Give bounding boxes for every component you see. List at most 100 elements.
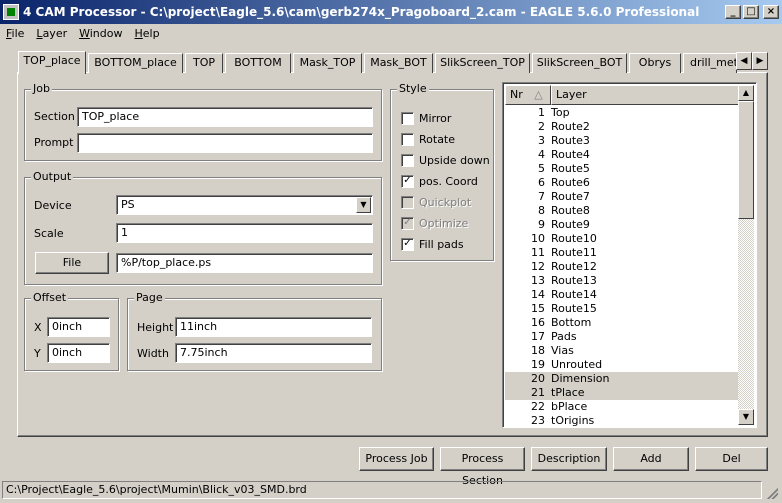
table-row[interactable]: 20 Dimension <box>505 372 740 386</box>
layer-nr: 9 <box>538 218 545 231</box>
device-label: Device <box>34 199 72 212</box>
table-row[interactable]: 18 Vias <box>505 344 740 358</box>
resize-grip-icon[interactable] <box>764 485 778 499</box>
table-row[interactable]: 4 Route4 <box>505 148 740 162</box>
file-button[interactable]: File <box>35 252 109 274</box>
offset-y-label: Y <box>34 347 41 360</box>
close-button[interactable]: × <box>763 5 779 19</box>
style-group-title: Style <box>397 82 429 95</box>
minimize-button[interactable]: _ <box>725 5 741 19</box>
app-icon <box>3 4 19 20</box>
device-select[interactable]: PS ▼ <box>116 195 373 215</box>
table-row[interactable]: 17 Pads <box>505 330 740 344</box>
table-row[interactable]: 2 Route2 <box>505 120 740 134</box>
process-job-button[interactable]: Process Job <box>359 447 434 471</box>
checkbox-mirror[interactable]: Mirror <box>401 110 451 126</box>
process-section-button[interactable]: Process Section <box>440 447 525 487</box>
tab-drill-metal[interactable]: drill_metal <box>683 53 737 73</box>
checkbox-label: Mirror <box>419 111 452 125</box>
checkbox-box[interactable] <box>401 132 414 146</box>
table-row[interactable]: 1 Top <box>505 106 740 120</box>
output-group-title: Output <box>31 170 74 183</box>
column-header-layer[interactable]: Layer <box>551 85 740 105</box>
layer-name: Route3 <box>551 134 590 147</box>
table-row[interactable]: 22 bPlace <box>505 400 740 414</box>
layer-name: tOrigins <box>551 414 595 427</box>
layer-nr: 8 <box>538 204 545 217</box>
table-row[interactable]: 10 Route10 <box>505 232 740 246</box>
section-input[interactable]: TOP_place <box>77 107 373 127</box>
table-row[interactable]: 21 tPlace <box>505 386 740 400</box>
tab-scroll-left-icon[interactable]: ◀ <box>736 52 752 70</box>
tab-obrys[interactable]: Obrys <box>629 53 681 73</box>
description-button[interactable]: Description <box>531 447 607 471</box>
menu-window[interactable]: Window <box>73 27 128 40</box>
tab-top[interactable]: TOP <box>185 53 223 73</box>
checkbox-rotate[interactable]: Rotate <box>401 131 455 147</box>
table-row[interactable]: 15 Route15 <box>505 302 740 316</box>
layer-rows: 1 Top 2 Route2 3 Route3 4 Route4 5 Route5 6 Route6 7… <box>505 106 740 427</box>
table-row[interactable]: 19 Unrouted <box>505 358 740 372</box>
table-row[interactable]: 3 Route3 <box>505 134 740 148</box>
checkbox-box[interactable] <box>401 111 414 125</box>
table-row[interactable]: 12 Route12 <box>505 260 740 274</box>
checkmark-icon[interactable]: ✓ <box>401 174 414 188</box>
page-width-input[interactable]: 7.75inch <box>175 343 372 363</box>
add-button[interactable]: Add <box>613 447 689 471</box>
table-row[interactable]: 16 Bottom <box>505 316 740 330</box>
layer-list[interactable]: Nr △ Layer 1 Top 2 Route2 3 Route3 4 Route4 5 Rou… <box>502 82 757 428</box>
layer-name: Route4 <box>551 148 590 161</box>
tab-scroll-right-icon[interactable]: ▶ <box>752 52 768 70</box>
layer-name: bPlace <box>551 400 588 413</box>
layer-nr: 12 <box>531 260 545 273</box>
tab-mask-top[interactable]: Mask_TOP <box>293 53 362 73</box>
table-row[interactable]: 8 Route8 <box>505 204 740 218</box>
menu-help[interactable]: Help <box>129 27 166 40</box>
table-row[interactable]: 7 Route7 <box>505 190 740 204</box>
column-header-nr[interactable]: Nr △ <box>505 85 551 105</box>
tab-top-place[interactable]: TOP_place <box>18 51 86 74</box>
scale-input[interactable]: 1 <box>116 223 373 243</box>
tab-mask-bot[interactable]: Mask_BOT <box>364 53 433 73</box>
title-bar[interactable]: 4 CAM Processor - C:\project\Eagle_5.6\c… <box>0 0 782 24</box>
checkbox-pos-coord[interactable]: ✓ pos. Coord <box>401 173 478 189</box>
tab-slikscreen-bot[interactable]: SlikScreen_BOT <box>532 53 627 73</box>
scroll-up-icon[interactable]: ▲ <box>738 85 754 101</box>
prompt-input[interactable] <box>77 133 373 153</box>
table-row[interactable]: 5 Route5 <box>505 162 740 176</box>
layer-nr: 5 <box>538 162 545 175</box>
scroll-thumb[interactable] <box>738 101 754 219</box>
del-button[interactable]: Del <box>695 447 768 471</box>
layer-nr: 17 <box>531 330 545 343</box>
layer-name: Route15 <box>551 302 597 315</box>
table-row[interactable]: 23 tOrigins <box>505 414 740 427</box>
layer-name: Bottom <box>551 316 592 329</box>
scroll-down-icon[interactable]: ▼ <box>738 409 754 425</box>
tab-bottom-place[interactable]: BOTTOM_place <box>88 53 183 73</box>
offset-group: Offset X 0inch Y 0inch <box>24 291 119 371</box>
menu-layer[interactable]: Layer <box>30 27 73 40</box>
table-row[interactable]: 9 Route9 <box>505 218 740 232</box>
checkmark-icon[interactable]: ✓ <box>401 237 414 251</box>
chevron-down-icon[interactable]: ▼ <box>356 197 371 213</box>
offset-y-input[interactable]: 0inch <box>47 343 110 363</box>
tab-bottom[interactable]: BOTTOM <box>225 53 291 73</box>
checkbox-upside-down[interactable]: Upside down <box>401 152 490 168</box>
table-row[interactable]: 14 Route14 <box>505 288 740 302</box>
table-row[interactable]: 11 Route11 <box>505 246 740 260</box>
file-input[interactable]: %P/top_place.ps <box>116 253 373 273</box>
layer-nr: 22 <box>531 400 545 413</box>
page-group: Page Height 11inch Width 7.75inch <box>127 291 382 371</box>
tab-slikscreen-top[interactable]: SlikScreen_TOP <box>435 53 530 73</box>
layer-list-scrollbar[interactable]: ▲ ▼ <box>738 85 754 425</box>
page-height-input[interactable]: 11inch <box>175 317 372 337</box>
checkbox-box[interactable] <box>401 153 414 167</box>
table-row[interactable]: 6 Route6 <box>505 176 740 190</box>
layer-name: tPlace <box>551 386 585 399</box>
menu-file[interactable]: File <box>0 27 30 40</box>
maximize-button[interactable]: □ <box>743 5 759 19</box>
layer-nr: 7 <box>538 190 545 203</box>
checkbox-fill-pads[interactable]: ✓ Fill pads <box>401 236 464 252</box>
offset-x-input[interactable]: 0inch <box>47 317 110 337</box>
table-row[interactable]: 13 Route13 <box>505 274 740 288</box>
